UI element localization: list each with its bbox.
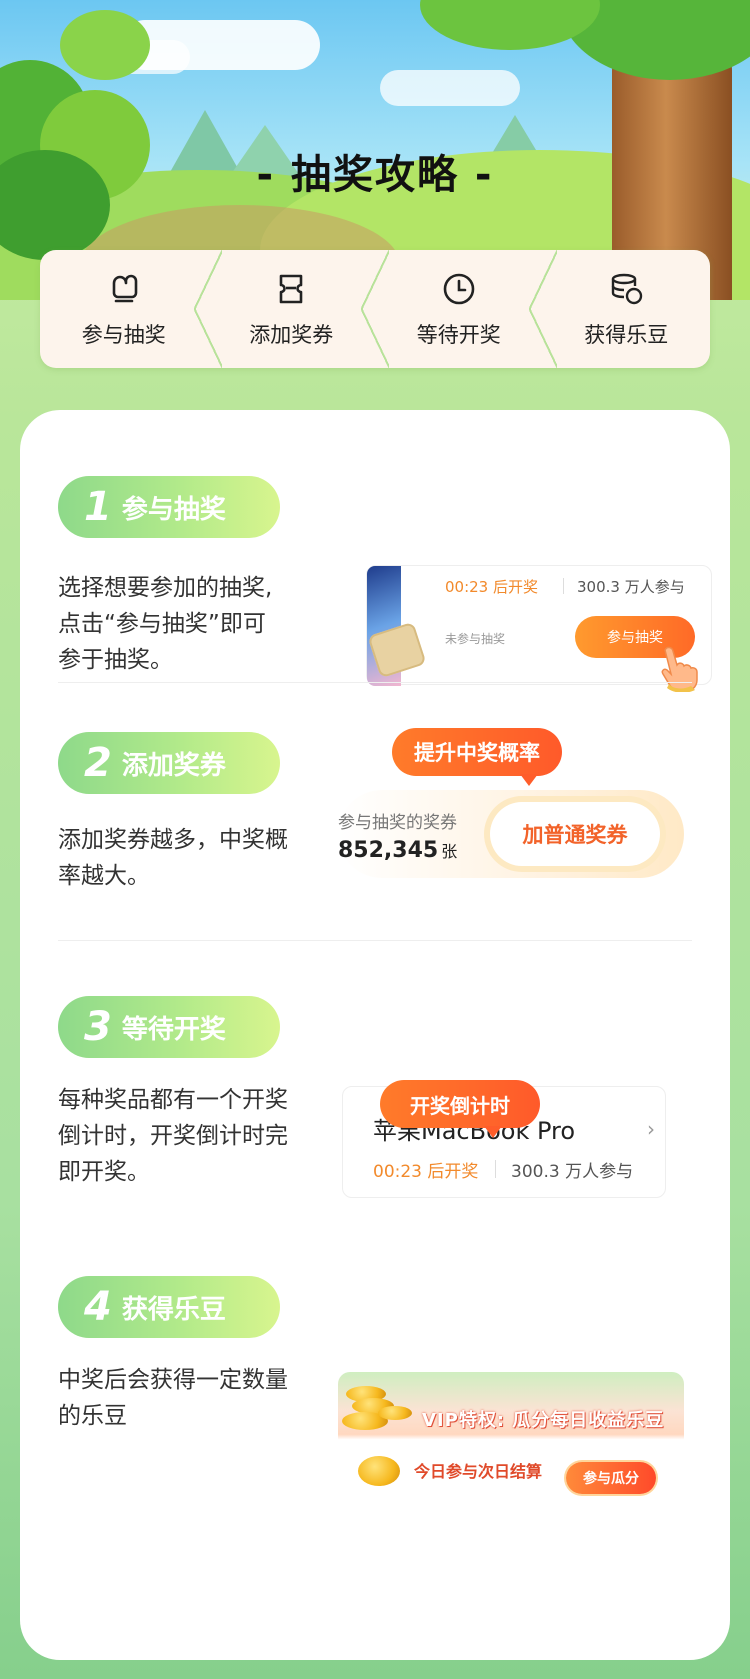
ticket-count: 852,345 张 (338, 838, 458, 863)
add-ticket-button[interactable]: 加普通奖券 (490, 802, 660, 866)
step-get-beans[interactable]: 获得乐豆 (543, 250, 711, 368)
section-title: 获得乐豆 (121, 1294, 226, 1325)
countdown-text: 00:23 后开奖 (445, 578, 538, 596)
chevron-right-icon: › (647, 1117, 655, 1141)
section-title: 参与抽奖 (121, 494, 226, 525)
section-2-description: 添加奖券越多，中奖概 率越大。 (58, 827, 288, 889)
section-title: 等待开奖 (121, 1014, 226, 1045)
section-2-header: 2 添加奖券 (58, 732, 280, 794)
ticket-count-label: 参与抽奖的奖券 (338, 813, 457, 833)
gold-ingot-icon (358, 1456, 400, 1486)
pointing-hand-icon (661, 646, 698, 692)
step-label: 参与抽奖 (81, 323, 166, 347)
step-wait-draw[interactable]: 等待开奖 (375, 250, 556, 368)
ticket-icon (271, 269, 311, 309)
section-number: 1 (84, 484, 112, 530)
step-join-lottery[interactable]: 参与抽奖 (40, 250, 221, 368)
vip-banner-text: VIP特权: 瓜分每日收益乐豆 (422, 1410, 665, 1431)
section-3-header: 3 等待开奖 (58, 996, 280, 1058)
mitten-icon (104, 269, 144, 309)
participants-text: 300.3 万人参与 (511, 1162, 634, 1182)
page-title: - 抽奖攻略 - (256, 152, 494, 198)
coins-icon (606, 269, 646, 309)
section-number: 3 (84, 1004, 112, 1050)
step-add-ticket[interactable]: 添加奖券 (208, 250, 389, 368)
status-text: 未参与抽奖 (445, 632, 506, 646)
section-4-header: 4 获得乐豆 (58, 1276, 280, 1338)
steps-bar: 参与抽奖 添加奖券 等待开奖 获得乐豆 (40, 250, 710, 368)
section-3-description: 每种奖品都有一个开奖 倒计时，开奖倒计时完 即开奖。 (58, 1087, 288, 1185)
tooltip-bubble: 开奖倒计时 (380, 1080, 540, 1138)
vip-beans-preview: VIP特权: 瓜分每日收益乐豆 今日参与次日结算 参与瓜分 (338, 1372, 684, 1502)
section-4-description: 中奖后会获得一定数量 的乐豆 (58, 1367, 288, 1429)
step-label: 获得乐豆 (584, 323, 669, 347)
join-lottery-preview: 00:23 后开奖 300.3 万人参与 未参与抽奖 参与抽奖 (366, 565, 712, 692)
guide-card: 1 参与抽奖 选择想要参加的抽奖, 点击“参与抽奖”即可 参于抽奖。 00:23… (20, 410, 730, 1660)
clock-icon (439, 269, 479, 309)
section-number: 4 (84, 1284, 112, 1330)
section-number: 2 (84, 740, 112, 786)
section-1-description: 选择想要参加的抽奖, 点击“参与抽奖”即可 参于抽奖。 (58, 575, 273, 673)
settle-text: 今日参与次日结算 (414, 1462, 543, 1481)
section-1-header: 1 参与抽奖 (58, 476, 280, 538)
section-title: 添加奖券 (121, 750, 226, 781)
tooltip-bubble: 提升中奖概率 (392, 728, 562, 786)
participants-text: 300.3 万人参与 (577, 578, 685, 596)
countdown-text: 00:23 后开奖 (373, 1162, 479, 1182)
step-label: 等待开奖 (416, 323, 501, 347)
step-label: 添加奖券 (249, 323, 334, 347)
join-share-button[interactable]: 参与瓜分 (566, 1462, 656, 1494)
